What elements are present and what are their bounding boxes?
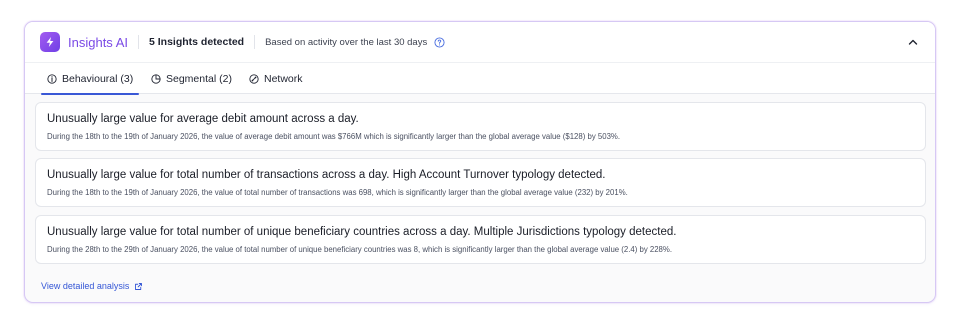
insight-description: During the 18th to the 19th of January 2… bbox=[47, 132, 620, 141]
tab-label: Network bbox=[264, 72, 303, 85]
external-link-icon bbox=[135, 282, 143, 290]
chevron-up-icon bbox=[908, 39, 918, 45]
divider bbox=[254, 35, 256, 49]
divider bbox=[137, 35, 139, 49]
tab-behavioural[interactable]: Behavioural (3) bbox=[40, 63, 140, 95]
insights-count: 5 Insights detected bbox=[148, 36, 245, 48]
insights-panel: Insights AI 5 Insights detected Based on… bbox=[24, 21, 936, 303]
insight-card[interactable]: Unusually large value for average debit … bbox=[35, 102, 926, 151]
brand-title: Insights AI bbox=[68, 34, 128, 50]
insight-title: Unusually large value for average debit … bbox=[47, 113, 359, 125]
network-icon bbox=[249, 73, 259, 84]
link-label: View detailed analysis bbox=[41, 281, 130, 291]
insight-card[interactable]: Unusually large value for total number o… bbox=[35, 215, 926, 264]
insight-card[interactable]: Unusually large value for total number o… bbox=[35, 158, 926, 207]
insight-title: Unusually large value for total number o… bbox=[47, 226, 677, 238]
collapse-button[interactable] bbox=[905, 34, 921, 50]
tab-segmental[interactable]: Segmental (2) bbox=[151, 63, 232, 94]
activity-note: Based on activity over the last 30 days bbox=[265, 36, 428, 48]
help-icon[interactable] bbox=[434, 36, 445, 48]
tab-network[interactable]: Network bbox=[249, 63, 303, 94]
insight-title: Unusually large value for total number o… bbox=[47, 169, 606, 181]
insights-header: Insights AI 5 Insights detected Based on… bbox=[25, 22, 935, 62]
pie-chart-icon bbox=[151, 73, 161, 84]
tab-label: Behavioural (3) bbox=[62, 72, 134, 85]
view-analysis-link[interactable]: View detailed analysis bbox=[41, 281, 143, 291]
info-circle-icon bbox=[47, 73, 57, 84]
tab-label: Segmental (2) bbox=[166, 72, 232, 85]
lightning-icon bbox=[40, 32, 60, 52]
insight-tabs: Behavioural (3) Segmental (2) Network bbox=[25, 62, 935, 95]
insight-description: During the 18th to the 19th of January 2… bbox=[47, 188, 628, 197]
insight-description: During the 28th to the 29th of January 2… bbox=[47, 245, 672, 254]
